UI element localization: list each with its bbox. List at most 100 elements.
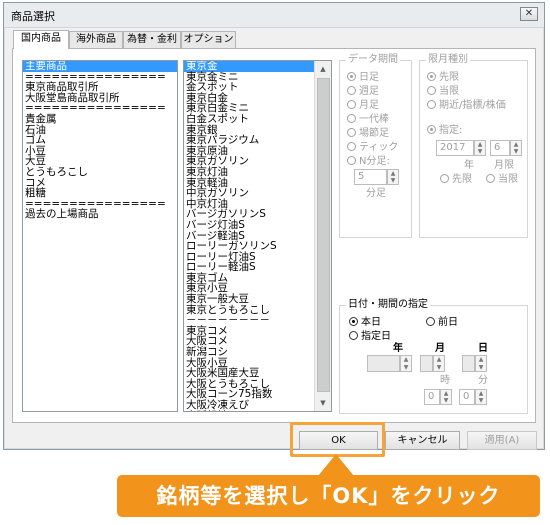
tab-domestic[interactable]: 国内商品 <box>13 30 69 49</box>
radio-icon <box>347 128 356 137</box>
option-label: 当限 <box>498 174 518 185</box>
product-list-item[interactable]: 東京金 <box>184 61 331 72</box>
radio-sub-far[interactable]: 先限 <box>440 174 472 186</box>
product-list-scrollbar[interactable]: ▲ ▼ <box>314 61 331 411</box>
scroll-up-icon[interactable]: ▲ <box>315 61 331 77</box>
radio-daily[interactable]: 日足 <box>347 72 379 84</box>
date-day-spinner[interactable]: ▲ ▼ <box>475 355 487 372</box>
product-list-item[interactable]: 大阪冷凍えび <box>184 400 331 411</box>
market-list-item[interactable]: 石油 <box>23 124 177 136</box>
radio-session[interactable]: 場節足 <box>347 128 389 140</box>
radio-today[interactable]: 本日 <box>349 317 381 329</box>
radio-lifetime[interactable]: 一代棒 <box>347 114 389 126</box>
market-list-item[interactable]: 貴金属 <box>23 114 177 125</box>
tab-fx-rates[interactable]: 為替・金利 <box>123 31 181 48</box>
spin-down-icon[interactable]: ▼ <box>401 364 411 372</box>
radio-icon <box>427 72 436 81</box>
spin-down-icon[interactable]: ▼ <box>388 177 398 184</box>
year-label: 年 <box>464 160 474 171</box>
spin-down-icon[interactable]: ▼ <box>475 148 485 155</box>
option-label: 日足 <box>359 72 379 83</box>
product-listbox[interactable]: 東京金 東京金ミニ 金スポット 東京白金 東京白金ミニ 白金スポット 東京銀 東京パラジウム東… <box>183 60 332 412</box>
hour-spinner[interactable]: ▲ ▼ <box>440 389 452 405</box>
minute-input[interactable]: 0 <box>459 389 475 405</box>
spin-up-icon[interactable]: ▲ <box>511 141 521 148</box>
close-icon[interactable]: ✕ <box>520 7 538 21</box>
option-label: 前日 <box>438 317 458 328</box>
spin-up-icon[interactable]: ▲ <box>434 356 444 364</box>
spin-down-icon[interactable]: ▼ <box>511 148 521 155</box>
minute-spinner[interactable]: ▲ ▼ <box>475 389 487 405</box>
cancel-button[interactable]: キャンセル <box>385 431 460 450</box>
spin-up-icon[interactable]: ▲ <box>476 356 486 364</box>
product-select-dialog: 商品選択 ✕ 国内商品 海外商品 為替・金利 オプション 主要商品 =======… <box>3 2 545 450</box>
product-list-item[interactable]: 白金スポット <box>184 114 331 125</box>
hour-label: 時 <box>440 375 450 386</box>
product-list-item[interactable]: 東京灯油 <box>184 167 331 178</box>
tab-panel-domestic: 主要商品 ================ 東京商品取引所 大阪堂島商品取引所 ====… <box>12 48 536 423</box>
n-minute-spinner[interactable]: ▲ ▼ <box>387 169 399 185</box>
product-list-item[interactable]: 大阪粗糖 <box>184 410 331 411</box>
year-spinner[interactable]: ▲ ▼ <box>474 140 486 156</box>
radio-previous-day[interactable]: 前日 <box>426 317 458 329</box>
month-contract-label: 月限 <box>494 160 514 171</box>
radio-icon <box>349 331 358 340</box>
market-listbox[interactable]: 主要商品 ================ 東京商品取引所 大阪堂島商品取引所 ====… <box>22 60 178 412</box>
tab-overseas[interactable]: 海外商品 <box>69 31 123 48</box>
date-month-input[interactable] <box>420 355 433 372</box>
radio-far-month[interactable]: 先限 <box>427 72 459 84</box>
month-spinner[interactable]: ▲ ▼ <box>510 140 522 156</box>
market-list-item[interactable]: コメ <box>23 177 177 189</box>
radio-monthly[interactable]: 月足 <box>347 100 379 112</box>
spin-down-icon[interactable]: ▼ <box>434 364 444 372</box>
date-year-spinner[interactable]: ▲ ▼ <box>400 355 412 372</box>
scroll-thumb[interactable] <box>317 78 330 392</box>
product-list: 東京金 東京金ミニ 金スポット 東京白金 東京白金ミニ 白金スポット 東京銀 東京パラジウム東… <box>184 61 331 411</box>
option-label: 一代棒 <box>359 114 389 125</box>
radio-specific-date[interactable]: 指定日 <box>349 331 391 343</box>
radio-icon <box>427 100 436 109</box>
hour-input[interactable]: 0 <box>424 389 440 405</box>
month-input[interactable]: 6 <box>490 140 510 156</box>
spin-up-icon[interactable]: ▲ <box>388 170 398 177</box>
spin-up-icon[interactable]: ▲ <box>476 390 486 397</box>
option-label: N分足: <box>359 156 390 167</box>
option-label: 指定日 <box>361 331 391 342</box>
radio-n-minute[interactable]: N分足: <box>347 156 390 168</box>
market-list-item[interactable]: ゴム <box>23 135 177 146</box>
tab-options[interactable]: オプション <box>181 31 236 48</box>
radio-specify[interactable]: 指定: <box>427 125 462 137</box>
spin-down-icon[interactable]: ▼ <box>441 397 451 404</box>
scroll-down-icon[interactable]: ▼ <box>315 395 331 411</box>
radio-tick[interactable]: ティック <box>347 142 398 154</box>
spin-up-icon[interactable]: ▲ <box>441 390 451 397</box>
spin-up-icon[interactable]: ▲ <box>475 141 485 148</box>
radio-nearby-index[interactable]: 期近/指標/株価 <box>427 100 506 112</box>
apply-button[interactable]: 適用(A) <box>467 431 537 450</box>
date-day-input[interactable] <box>462 355 475 372</box>
date-spec-label: 日付・期間の指定 <box>346 299 430 311</box>
radio-icon <box>347 156 356 165</box>
radio-current-month[interactable]: 当限 <box>427 86 459 98</box>
spin-down-icon[interactable]: ▼ <box>476 364 486 372</box>
n-minute-input[interactable]: 5 <box>354 169 387 185</box>
radio-weekly[interactable]: 週足 <box>347 86 379 98</box>
option-label: 場節足 <box>359 128 389 139</box>
market-list-item[interactable]: とうもろこし <box>23 167 177 178</box>
radio-icon <box>347 142 356 151</box>
radio-icon <box>347 114 356 123</box>
radio-sub-current[interactable]: 当限 <box>486 174 518 186</box>
spin-down-icon[interactable]: ▼ <box>476 397 486 404</box>
radio-icon <box>486 174 495 183</box>
market-list-item[interactable]: 過去の上場商品 <box>23 209 177 220</box>
market-list-item[interactable]: 主要商品 <box>23 61 177 72</box>
product-list-item[interactable]: バージ灯油S <box>184 220 331 231</box>
instruction-callout: 銘柄等を選択し「OK」をクリック <box>117 475 540 517</box>
spin-up-icon[interactable]: ▲ <box>401 356 411 364</box>
option-label: 先限 <box>439 72 459 83</box>
year-input[interactable]: 2017 <box>436 140 474 156</box>
market-list-item[interactable]: 小豆 <box>23 146 177 157</box>
date-year-input[interactable] <box>367 355 400 372</box>
date-month-spinner[interactable]: ▲ ▼ <box>433 355 445 372</box>
radio-icon <box>426 317 435 326</box>
